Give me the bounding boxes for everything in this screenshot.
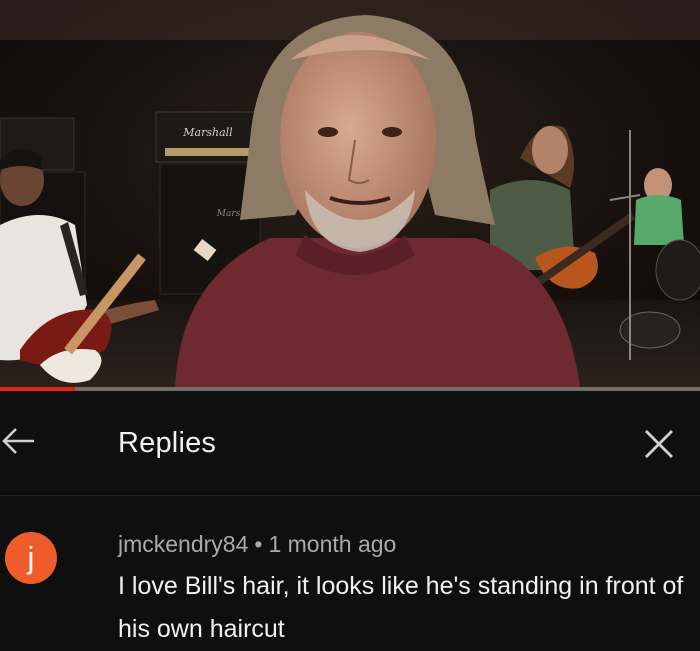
comment-time: 1 month ago: [268, 531, 397, 557]
replies-header: Replies: [0, 391, 700, 496]
video-frame: Marshall Marshall: [0, 0, 700, 388]
meta-separator: •: [254, 531, 263, 557]
arrow-left-icon: [2, 428, 34, 454]
close-button[interactable]: [640, 425, 678, 463]
video-player[interactable]: Marshall Marshall: [0, 0, 700, 388]
comment-username[interactable]: jmckendry84: [118, 531, 248, 557]
close-icon: [645, 430, 673, 458]
amp-brand-label: Marshall: [182, 126, 233, 139]
comment-item: j jmckendry84 • 1 month ago I love Bill's …: [0, 495, 700, 645]
comment-meta: jmckendry84 • 1 month ago: [118, 531, 396, 558]
replies-panel: Replies j jmckendry84 • 1 month ago I love…: [0, 391, 700, 645]
avatar[interactable]: j: [5, 532, 57, 584]
replies-title: Replies: [118, 427, 217, 459]
back-button[interactable]: [0, 421, 40, 461]
comment-text: I love Bill's hair, it looks like he's s…: [118, 572, 684, 643]
